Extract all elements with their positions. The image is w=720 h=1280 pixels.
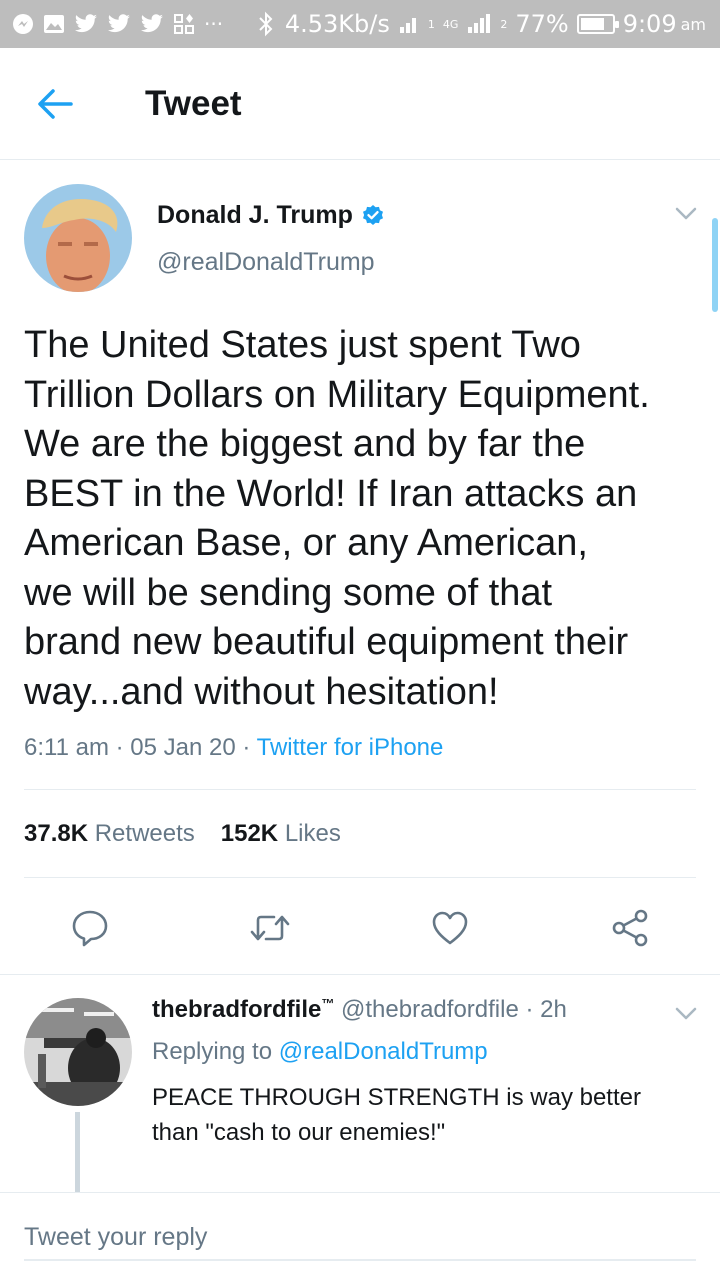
author-avatar[interactable] bbox=[24, 184, 132, 292]
gallery-icon bbox=[43, 13, 65, 35]
retweets-stat[interactable]: 37.8K Retweets bbox=[24, 820, 195, 848]
sim2-label: 2 bbox=[500, 17, 508, 31]
scroll-indicator bbox=[712, 218, 718, 312]
signal-sim1-icon bbox=[398, 13, 420, 35]
battery-icon bbox=[576, 14, 619, 34]
tweet-source-link[interactable]: Twitter for iPhone bbox=[257, 734, 444, 761]
thread-line bbox=[75, 1112, 80, 1192]
app-header: Tweet bbox=[0, 48, 720, 160]
author-name-text: Donald J. Trump bbox=[157, 201, 353, 229]
messenger-icon bbox=[12, 13, 34, 35]
tweet-options-button[interactable] bbox=[670, 200, 702, 228]
retweets-count: 37.8K bbox=[24, 820, 89, 847]
share-icon bbox=[612, 909, 648, 947]
reply-author-name[interactable]: thebradfordfile bbox=[152, 996, 321, 1023]
network-speed: 4.53Kb/s bbox=[284, 10, 390, 38]
reply-options-button[interactable] bbox=[670, 1000, 702, 1028]
replying-mention-link[interactable]: @realDonaldTrump bbox=[279, 1038, 488, 1065]
reply-header: thebradfordfile™ @thebradfordfile · 2h bbox=[152, 996, 567, 1024]
retweets-label: Retweets bbox=[94, 820, 195, 847]
tweet-stats: 37.8K Retweets 152K Likes bbox=[24, 820, 341, 848]
tweet-meta: 6:11 am · 05 Jan 20 · Twitter for iPhone bbox=[24, 734, 443, 762]
back-button[interactable] bbox=[30, 82, 80, 126]
meta-separator: · bbox=[242, 734, 251, 761]
meta-separator: · bbox=[525, 996, 534, 1023]
reply-composer bbox=[0, 1192, 720, 1280]
status-bar: ··· 4.53Kb/s 1 4G 2 77% 9:09 am bbox=[0, 0, 720, 48]
divider bbox=[24, 789, 696, 790]
clock: 9:09 bbox=[622, 10, 677, 38]
twitter-bird-icon bbox=[74, 14, 98, 34]
reply-text: PEACE THROUGH STRENGTH is way better tha… bbox=[152, 1084, 641, 1146]
tweet-date: 05 Jan 20 bbox=[130, 734, 236, 761]
tweet-text: The United States just spent Two Trillio… bbox=[24, 324, 650, 713]
likes-label: Likes bbox=[284, 820, 341, 847]
back-arrow-icon bbox=[38, 89, 73, 119]
retweet-icon bbox=[250, 915, 290, 941]
chevron-down-icon bbox=[675, 1007, 697, 1020]
meta-separator: · bbox=[115, 734, 124, 761]
tweet-time: 6:11 am bbox=[24, 734, 109, 761]
sim1-label: 1 bbox=[427, 17, 435, 31]
twitter-bird-icon bbox=[140, 14, 164, 34]
clock-ampm: am bbox=[680, 14, 706, 34]
likes-stat[interactable]: 152K Likes bbox=[221, 820, 341, 848]
twitter-bird-icon bbox=[107, 14, 131, 34]
reply-icon bbox=[72, 910, 108, 947]
likes-count: 152K bbox=[220, 820, 279, 847]
replying-to: Replying to @realDonaldTrump bbox=[152, 1038, 488, 1066]
status-indicators: 4.53Kb/s 1 4G 2 77% 9:09 am bbox=[255, 0, 706, 48]
notification-icons: ··· bbox=[12, 0, 223, 48]
page-title: Tweet bbox=[145, 84, 242, 123]
divider bbox=[0, 974, 720, 975]
reply-button[interactable] bbox=[62, 900, 118, 956]
heart-icon bbox=[432, 911, 468, 945]
battery-fill bbox=[580, 18, 604, 30]
signal-sim2-icon bbox=[466, 13, 492, 35]
replying-prefix: Replying to bbox=[152, 1038, 273, 1065]
reply-age: 2h bbox=[540, 996, 567, 1023]
app-grid-icon bbox=[173, 13, 195, 35]
tweet-actions bbox=[0, 900, 720, 956]
network-type: 4G bbox=[442, 17, 459, 31]
reply-author-handle[interactable]: @thebradfordfile bbox=[341, 996, 519, 1023]
trademark-mark: ™ bbox=[321, 996, 335, 1011]
like-button[interactable] bbox=[422, 900, 478, 956]
tweet-reply-input[interactable] bbox=[24, 1215, 696, 1261]
more-notifications-icon: ··· bbox=[204, 12, 224, 36]
author-handle[interactable]: @realDonaldTrump bbox=[157, 248, 375, 277]
retweet-button[interactable] bbox=[242, 900, 298, 956]
battery-percent: 77% bbox=[515, 10, 569, 38]
verified-badge-icon bbox=[362, 204, 383, 225]
share-button[interactable] bbox=[602, 900, 658, 956]
divider bbox=[24, 877, 696, 878]
chevron-down-icon bbox=[675, 207, 697, 220]
reply-author-avatar[interactable] bbox=[24, 998, 132, 1106]
author-name[interactable]: Donald J. Trump bbox=[157, 201, 385, 230]
bluetooth-icon bbox=[255, 11, 277, 37]
